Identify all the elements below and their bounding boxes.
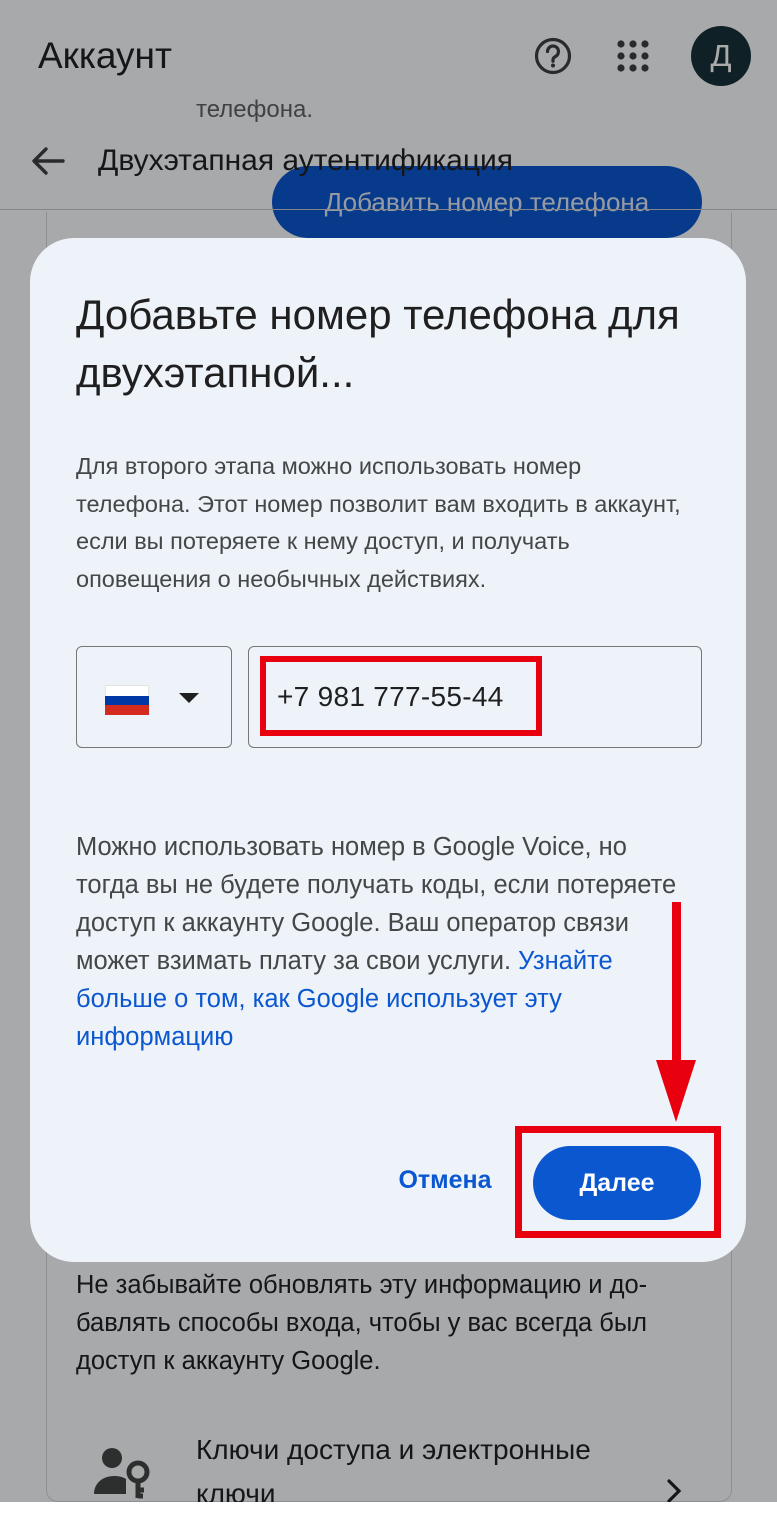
country-code-select[interactable] [76,646,232,748]
dialog-description: Для второго этапа можно использовать ном… [76,453,681,592]
annotation-arrow-head [656,1060,696,1122]
next-highlight-box [515,1126,721,1238]
dialog-title: Добавьте номер телефона для двухэтапной.… [76,291,680,396]
cancel-button[interactable]: Отмена [380,1150,510,1210]
add-phone-dialog: Добавьте номер телефона для двухэтапной.… [30,238,746,1262]
phone-highlight-box [260,656,542,736]
russia-flag-icon [105,685,149,716]
dropdown-arrow-icon [179,693,199,703]
bottom-strip [0,1502,777,1528]
annotation-arrow-shaft [672,902,681,1064]
google-voice-note: Можно использовать номер в Google Voice,… [76,828,696,1056]
